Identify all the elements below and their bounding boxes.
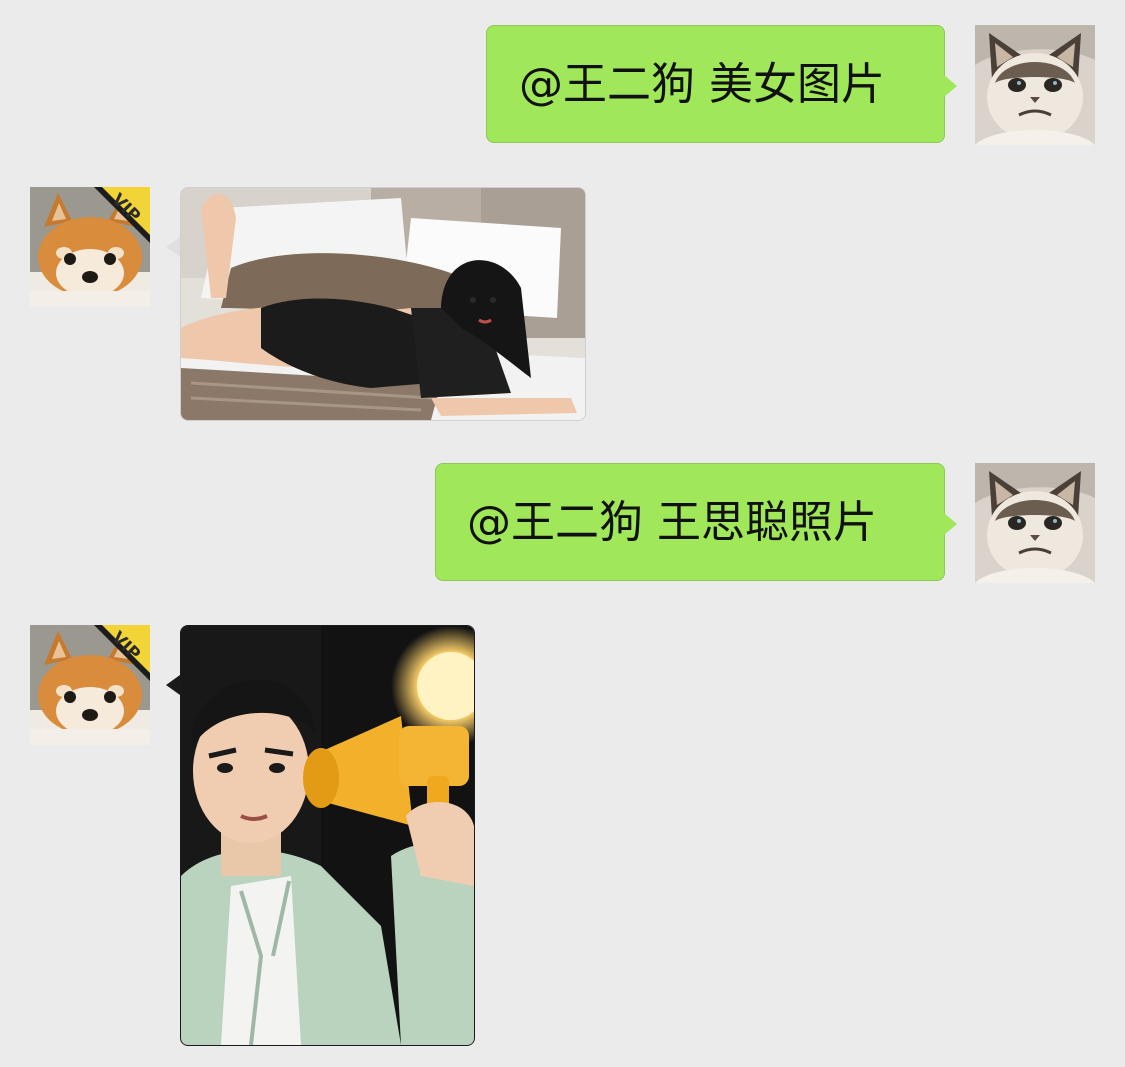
message-row-incoming-1: VIP	[0, 187, 1125, 421]
message-text: @王二狗 王思聪照片	[467, 497, 877, 548]
avatar-cat[interactable]	[975, 463, 1095, 583]
grumpy-cat-image	[975, 25, 1095, 145]
shiba-dog-image: VIP	[30, 187, 150, 307]
shiba-dog-image: VIP	[30, 625, 150, 745]
message-text: @王二狗 美女图片	[519, 59, 885, 110]
message-image-bubble[interactable]	[180, 625, 475, 1046]
avatar-dog[interactable]: VIP	[30, 625, 150, 745]
message-bubble-outgoing[interactable]: @王二狗 美女图片	[486, 25, 957, 143]
avatar-cat[interactable]	[975, 25, 1095, 145]
bubble-tail	[166, 237, 180, 257]
woman-lying-on-bed-photo	[181, 188, 585, 420]
message-row-outgoing-2: @王二狗 王思聪照片	[0, 463, 1125, 583]
bubble-tail	[166, 675, 180, 695]
message-row-outgoing-1: @王二狗 美女图片	[0, 25, 1125, 145]
message-image-bubble[interactable]	[180, 187, 586, 421]
grumpy-cat-image	[975, 463, 1095, 583]
avatar-dog[interactable]: VIP	[30, 187, 150, 307]
message-row-incoming-2: VIP	[0, 625, 1125, 1047]
message-bubble-outgoing[interactable]: @王二狗 王思聪照片	[435, 463, 957, 581]
man-with-megaphone-photo	[181, 626, 474, 1045]
